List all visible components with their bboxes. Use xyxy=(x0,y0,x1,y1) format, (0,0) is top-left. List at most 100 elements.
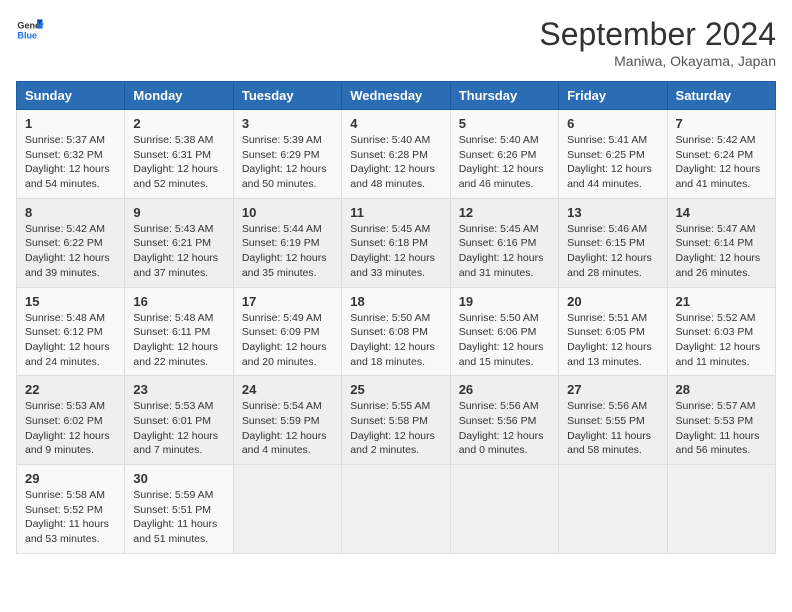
sunrise-label: Sunrise: 5:50 AM xyxy=(459,312,539,324)
day-number: 11 xyxy=(350,205,441,220)
calendar-week-3: 15 Sunrise: 5:48 AM Sunset: 6:12 PM Dayl… xyxy=(17,287,776,376)
daylight-label: Daylight: 12 hours and 18 minutes. xyxy=(350,341,435,368)
day-number: 5 xyxy=(459,116,550,131)
sunset-label: Sunset: 6:16 PM xyxy=(459,237,537,249)
sunrise-label: Sunrise: 5:41 AM xyxy=(567,134,647,146)
sunset-label: Sunset: 6:15 PM xyxy=(567,237,645,249)
sunrise-label: Sunrise: 5:51 AM xyxy=(567,312,647,324)
sunrise-label: Sunrise: 5:59 AM xyxy=(133,489,213,501)
calendar-cell: 15 Sunrise: 5:48 AM Sunset: 6:12 PM Dayl… xyxy=(17,287,125,376)
day-number: 19 xyxy=(459,294,550,309)
calendar-cell xyxy=(233,465,341,554)
daylight-label: Daylight: 12 hours and 15 minutes. xyxy=(459,341,544,368)
month-title: September 2024 xyxy=(539,16,776,53)
day-number: 26 xyxy=(459,382,550,397)
sunset-label: Sunset: 5:53 PM xyxy=(676,415,754,427)
sunrise-label: Sunrise: 5:43 AM xyxy=(133,223,213,235)
logo: General Blue xyxy=(16,16,44,44)
daylight-label: Daylight: 12 hours and 33 minutes. xyxy=(350,252,435,279)
day-number: 22 xyxy=(25,382,116,397)
calendar-cell: 4 Sunrise: 5:40 AM Sunset: 6:28 PM Dayli… xyxy=(342,110,450,199)
daylight-label: Daylight: 12 hours and 24 minutes. xyxy=(25,341,110,368)
daylight-label: Daylight: 12 hours and 0 minutes. xyxy=(459,430,544,457)
daylight-label: Daylight: 12 hours and 2 minutes. xyxy=(350,430,435,457)
sunset-label: Sunset: 6:22 PM xyxy=(25,237,103,249)
daylight-label: Daylight: 12 hours and 9 minutes. xyxy=(25,430,110,457)
sunset-label: Sunset: 6:05 PM xyxy=(567,326,645,338)
calendar-cell: 6 Sunrise: 5:41 AM Sunset: 6:25 PM Dayli… xyxy=(559,110,667,199)
calendar-cell: 28 Sunrise: 5:57 AM Sunset: 5:53 PM Dayl… xyxy=(667,376,775,465)
day-number: 8 xyxy=(25,205,116,220)
calendar-cell: 3 Sunrise: 5:39 AM Sunset: 6:29 PM Dayli… xyxy=(233,110,341,199)
daylight-label: Daylight: 12 hours and 20 minutes. xyxy=(242,341,327,368)
sunset-label: Sunset: 6:19 PM xyxy=(242,237,320,249)
sunrise-label: Sunrise: 5:37 AM xyxy=(25,134,105,146)
sunrise-label: Sunrise: 5:44 AM xyxy=(242,223,322,235)
sunset-label: Sunset: 6:12 PM xyxy=(25,326,103,338)
day-number: 18 xyxy=(350,294,441,309)
day-number: 7 xyxy=(676,116,767,131)
day-number: 14 xyxy=(676,205,767,220)
sunset-label: Sunset: 6:31 PM xyxy=(133,149,211,161)
sunset-label: Sunset: 5:56 PM xyxy=(459,415,537,427)
sunrise-label: Sunrise: 5:42 AM xyxy=(676,134,756,146)
calendar-cell: 14 Sunrise: 5:47 AM Sunset: 6:14 PM Dayl… xyxy=(667,198,775,287)
day-number: 12 xyxy=(459,205,550,220)
calendar-cell: 22 Sunrise: 5:53 AM Sunset: 6:02 PM Dayl… xyxy=(17,376,125,465)
day-number: 27 xyxy=(567,382,658,397)
col-thursday: Thursday xyxy=(450,82,558,110)
sunrise-label: Sunrise: 5:57 AM xyxy=(676,400,756,412)
day-number: 4 xyxy=(350,116,441,131)
day-number: 17 xyxy=(242,294,333,309)
sunset-label: Sunset: 6:01 PM xyxy=(133,415,211,427)
sunset-label: Sunset: 5:51 PM xyxy=(133,504,211,516)
sunset-label: Sunset: 6:14 PM xyxy=(676,237,754,249)
calendar-cell: 8 Sunrise: 5:42 AM Sunset: 6:22 PM Dayli… xyxy=(17,198,125,287)
calendar-cell: 1 Sunrise: 5:37 AM Sunset: 6:32 PM Dayli… xyxy=(17,110,125,199)
daylight-label: Daylight: 12 hours and 39 minutes. xyxy=(25,252,110,279)
col-monday: Monday xyxy=(125,82,233,110)
daylight-label: Daylight: 11 hours and 51 minutes. xyxy=(133,518,217,545)
calendar-cell: 5 Sunrise: 5:40 AM Sunset: 6:26 PM Dayli… xyxy=(450,110,558,199)
sunrise-label: Sunrise: 5:53 AM xyxy=(25,400,105,412)
daylight-label: Daylight: 12 hours and 26 minutes. xyxy=(676,252,761,279)
calendar-cell: 17 Sunrise: 5:49 AM Sunset: 6:09 PM Dayl… xyxy=(233,287,341,376)
day-number: 24 xyxy=(242,382,333,397)
sunrise-label: Sunrise: 5:49 AM xyxy=(242,312,322,324)
page-header: General Blue September 2024 Maniwa, Okay… xyxy=(16,16,776,69)
calendar-week-4: 22 Sunrise: 5:53 AM Sunset: 6:02 PM Dayl… xyxy=(17,376,776,465)
calendar-cell: 13 Sunrise: 5:46 AM Sunset: 6:15 PM Dayl… xyxy=(559,198,667,287)
sunrise-label: Sunrise: 5:46 AM xyxy=(567,223,647,235)
sunrise-label: Sunrise: 5:40 AM xyxy=(350,134,430,146)
calendar-week-5: 29 Sunrise: 5:58 AM Sunset: 5:52 PM Dayl… xyxy=(17,465,776,554)
day-number: 1 xyxy=(25,116,116,131)
calendar-cell: 27 Sunrise: 5:56 AM Sunset: 5:55 PM Dayl… xyxy=(559,376,667,465)
daylight-label: Daylight: 11 hours and 56 minutes. xyxy=(676,430,760,457)
sunset-label: Sunset: 6:11 PM xyxy=(133,326,210,338)
sunset-label: Sunset: 6:21 PM xyxy=(133,237,211,249)
calendar-cell xyxy=(450,465,558,554)
sunset-label: Sunset: 6:03 PM xyxy=(676,326,754,338)
daylight-label: Daylight: 12 hours and 50 minutes. xyxy=(242,163,327,190)
sunrise-label: Sunrise: 5:47 AM xyxy=(676,223,756,235)
sunset-label: Sunset: 6:02 PM xyxy=(25,415,103,427)
sunset-label: Sunset: 5:52 PM xyxy=(25,504,103,516)
daylight-label: Daylight: 12 hours and 13 minutes. xyxy=(567,341,652,368)
calendar-cell xyxy=(559,465,667,554)
col-wednesday: Wednesday xyxy=(342,82,450,110)
sunrise-label: Sunrise: 5:55 AM xyxy=(350,400,430,412)
daylight-label: Daylight: 12 hours and 35 minutes. xyxy=(242,252,327,279)
location-subtitle: Maniwa, Okayama, Japan xyxy=(539,53,776,69)
day-number: 25 xyxy=(350,382,441,397)
calendar-cell xyxy=(342,465,450,554)
sunrise-label: Sunrise: 5:52 AM xyxy=(676,312,756,324)
sunset-label: Sunset: 5:59 PM xyxy=(242,415,320,427)
svg-text:Blue: Blue xyxy=(17,30,37,40)
sunrise-label: Sunrise: 5:54 AM xyxy=(242,400,322,412)
day-number: 16 xyxy=(133,294,224,309)
calendar-cell: 9 Sunrise: 5:43 AM Sunset: 6:21 PM Dayli… xyxy=(125,198,233,287)
daylight-label: Daylight: 12 hours and 44 minutes. xyxy=(567,163,652,190)
sunrise-label: Sunrise: 5:56 AM xyxy=(567,400,647,412)
title-block: September 2024 Maniwa, Okayama, Japan xyxy=(539,16,776,69)
day-number: 2 xyxy=(133,116,224,131)
